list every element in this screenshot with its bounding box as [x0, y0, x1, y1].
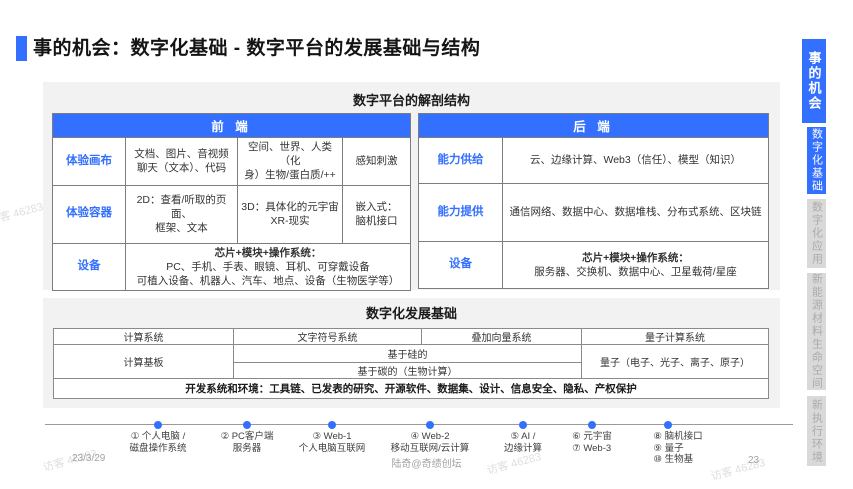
slide: 事的机会：数字化基础 - 数字平台的发展基础与结构 访客 46283 访客 46…	[0, 0, 853, 489]
table-cell: 文档、图片、音视频 聊天（文本）、代码	[126, 138, 238, 186]
timeline-dot	[519, 421, 527, 429]
table-cell: 芯片+模块+操作系统： PC、手机、手表、眼镜、耳机、可穿戴设备 可植入设备、机…	[126, 243, 411, 291]
backend-header-row: 后 端	[419, 114, 769, 138]
table-cell: 量子（电子、光子、离子、原子）	[582, 345, 769, 379]
timeline-label: ⑦ Web-3	[572, 443, 612, 455]
footer-page-number: 23	[748, 455, 759, 466]
backend-header: 后 端	[419, 114, 769, 138]
table-row: 能力供给 云、边缘计算、Web3（信任）、模型（知识）	[419, 138, 769, 184]
sidebar-tab-new-energy-materials[interactable]: 新能源材料生命空间	[807, 273, 826, 390]
row-label: 能力供给	[419, 138, 503, 184]
table-cell: 计算基板	[54, 345, 234, 379]
table-cell: 计算系统	[54, 329, 234, 345]
table-row: 体验画布 文档、图片、音视频 聊天（文本）、代码 空间、世界、人类（化 身）生物…	[53, 138, 411, 186]
title-accent-bar	[16, 36, 27, 61]
cell-text: 服务器、交换机、数据中心、卫星载荷/星座	[506, 265, 765, 279]
frontend-header: 前 端	[53, 114, 411, 138]
table-row: 设备 芯片+模块+操作系统： PC、手机、手表、眼镜、耳机、可穿戴设备 可植入设…	[53, 243, 411, 291]
table-cell: 云、边缘计算、Web3（信任）、模型（知识）	[503, 138, 769, 184]
timeline-dot	[328, 421, 336, 429]
sidebar-tab-digital-applications[interactable]: 数字化应用	[807, 199, 826, 268]
anatomy-section-title: 数字平台的解剖结构	[43, 90, 780, 109]
anatomy-section: 数字平台的解剖结构 前 端 体验画布 文档、图片、音视频 聊天（文本）、代码 空…	[43, 82, 780, 290]
table-cell: 叠加向量系统	[422, 329, 582, 345]
sidebar-tab-digital-foundation[interactable]: 数字化基础	[807, 127, 826, 194]
table-cell: 3D：具体化的元宇宙 XR-现实	[238, 185, 343, 243]
sidebar-tab-opportunities[interactable]: 事的机会	[802, 39, 826, 123]
cell-text: PC、手机、手表、眼镜、耳机、可穿戴设备 可植入设备、机器人、汽车、地点、设备（…	[129, 260, 407, 288]
sidebar-tab-new-execution-env[interactable]: 新执行环境	[807, 396, 826, 466]
table-cell: 感知刺激	[343, 138, 411, 186]
timeline-dot	[154, 421, 162, 429]
foundation-table: 计算系统 文字符号系统 叠加向量系统 量子计算系统 计算基板 基于硅的 量子（电…	[53, 328, 769, 399]
dev-env-cell: 开发系统和环境：工具链、已发表的研究、开源软件、数据集、设计、信息安全、隐私、产…	[54, 379, 769, 399]
cell-bold-line: 芯片+模块+操作系统：	[506, 251, 765, 265]
footer-author: 陆奇@奇绩创坛	[0, 455, 853, 470]
cell-bold-line: 芯片+模块+操作系统：	[129, 246, 407, 260]
table-cell: 嵌入式： 脑机接口	[343, 185, 411, 243]
backend-table: 后 端 能力供给 云、边缘计算、Web3（信任）、模型（知识） 能力提供 通信网…	[418, 113, 769, 289]
table-cell: 通信网络、数据中心、数据堆栈、分布式系统、区块链	[503, 184, 769, 242]
table-row: 计算系统 文字符号系统 叠加向量系统 量子计算系统	[54, 329, 769, 345]
table-cell: 2D：查看/听取的页面、 框架、文本	[126, 185, 238, 243]
timeline-dot	[243, 421, 251, 429]
table-cell: 基于硅的	[234, 345, 582, 363]
row-label: 能力提供	[419, 184, 503, 242]
timeline-dot	[664, 421, 672, 429]
table-cell: 文字符号系统	[234, 329, 422, 345]
table-row: 开发系统和环境：工具链、已发表的研究、开源软件、数据集、设计、信息安全、隐私、产…	[54, 379, 769, 399]
timeline-label: ⑨ 量子	[653, 443, 702, 455]
table-row: 计算基板 基于硅的 量子（电子、光子、离子、原子）	[54, 345, 769, 363]
page-title: 事的机会：数字化基础 - 数字平台的发展基础与结构	[33, 33, 480, 60]
table-cell: 空间、世界、人类（化 身）生物/蛋白质/++	[238, 138, 343, 186]
frontend-table: 前 端 体验画布 文档、图片、音视频 聊天（文本）、代码 空间、世界、人类（化 …	[52, 113, 411, 291]
timeline-label: ⑥ 元宇宙	[572, 431, 612, 443]
table-cell: 芯片+模块+操作系统： 服务器、交换机、数据中心、卫星载荷/星座	[503, 242, 769, 289]
table-cell: 量子计算系统	[582, 329, 769, 345]
row-label: 设备	[419, 242, 503, 289]
table-cell: 基于碳的（生物计算）	[234, 363, 582, 379]
foundation-section-title: 数字化发展基础	[43, 303, 780, 322]
table-row: 设备 芯片+模块+操作系统： 服务器、交换机、数据中心、卫星载荷/星座	[419, 242, 769, 289]
foundation-section: 数字化发展基础 计算系统 文字符号系统 叠加向量系统 量子计算系统 计算基板 基…	[43, 298, 780, 408]
row-label: 体验容器	[53, 185, 126, 243]
row-label: 体验画布	[53, 138, 126, 186]
timeline-dot	[426, 421, 434, 429]
frontend-header-row: 前 端	[53, 114, 411, 138]
row-label: 设备	[53, 243, 126, 291]
watermark: 访客 46283	[0, 198, 45, 228]
table-row: 体验容器 2D：查看/听取的页面、 框架、文本 3D：具体化的元宇宙 XR-现实…	[53, 185, 411, 243]
timeline-dot	[588, 421, 596, 429]
timeline-label: ⑧ 脑机接口	[653, 431, 702, 443]
table-row: 能力提供 通信网络、数据中心、数据堆栈、分布式系统、区块链	[419, 184, 769, 242]
